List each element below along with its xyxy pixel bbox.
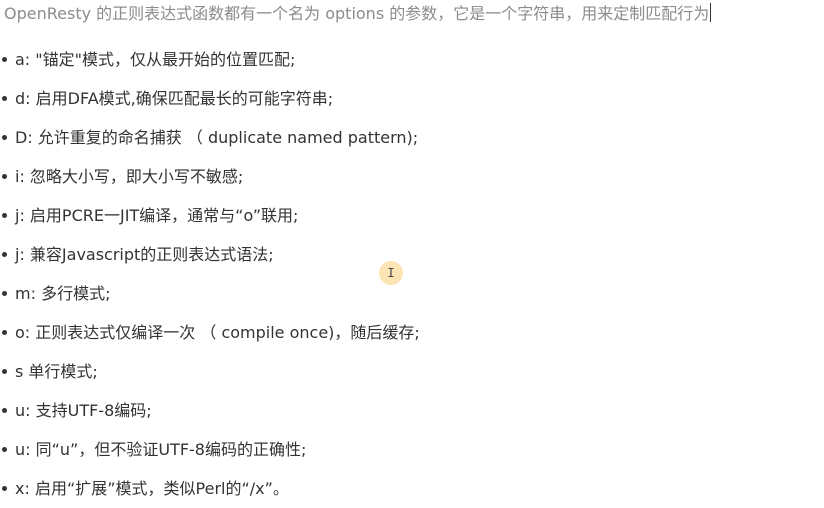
list-item: o: 正则表达式仅编译一次 （ compile once)，随后缓存; [0,313,824,352]
list-item: j: 兼容Javascript的正则表达式语法; [0,235,824,274]
list-item: a: "锚定"模式，仅从最开始的位置匹配; [0,40,824,79]
list-item: j: 启用PCRE一JIT编译，通常与“o”联用; [0,196,824,235]
list-item-text: m: 多行模式; [15,284,111,303]
bullet-icon [2,135,7,140]
bullet-icon [2,57,7,62]
bullet-icon [2,174,7,179]
list-item: D: 允许重复的命名捕获 （ duplicate named pattern); [0,118,824,157]
list-item: i: 忽略大小写，即大小写不敏感; [0,157,824,196]
list-item: s 单行模式; [0,352,824,391]
bullet-icon [2,96,7,101]
list-item-text: a: "锚定"模式，仅从最开始的位置匹配; [15,50,296,69]
list-item: u: 支持UTF-8编码; [0,391,824,430]
bullet-icon [2,447,7,452]
list-item-text: j: 启用PCRE一JIT编译，通常与“o”联用; [15,206,299,225]
bullet-icon [2,291,7,296]
bullet-icon [2,369,7,374]
document-page: OpenResty 的正则表达式函数都有一个名为 options 的参数，它是一… [0,0,824,501]
bullet-icon [2,213,7,218]
list-item-text: s 单行模式; [15,362,98,381]
bullet-icon [2,330,7,335]
bullet-icon [2,252,7,257]
list-item: x: 启用“扩展”模式，类似Perl的“/x”。 [0,469,824,508]
list-item: m: 多行模式; [0,274,824,313]
list-item-text: u: 支持UTF-8编码; [15,401,152,420]
list-item-text: o: 正则表达式仅编译一次 （ compile once)，随后缓存; [15,323,420,342]
bullet-icon [2,486,7,491]
bullet-icon [2,408,7,413]
list-item-text: i: 忽略大小写，即大小写不敏感; [15,167,244,186]
text-caret [710,3,712,22]
list-item-text: u: 同“u”，但不验证UTF-8编码的正确性; [15,440,307,459]
list-item-text: j: 兼容Javascript的正则表达式语法; [15,245,274,264]
list-item-text: d: 启用DFA模式,确保匹配最长的可能字符串; [15,89,334,108]
list-item-text: D: 允许重复的命名捕获 （ duplicate named pattern); [15,128,419,147]
list-item-text: x: 启用“扩展”模式，类似Perl的“/x”。 [15,479,289,498]
list-item: d: 启用DFA模式,确保匹配最长的可能字符串; [0,79,824,118]
heading-text: OpenResty 的正则表达式函数都有一个名为 options 的参数，它是一… [4,4,710,23]
text-cursor-icon: I [387,266,395,280]
heading-line[interactable]: OpenResty 的正则表达式函数都有一个名为 options 的参数，它是一… [4,2,824,26]
options-list: a: "锚定"模式，仅从最开始的位置匹配; d: 启用DFA模式,确保匹配最长的… [0,40,824,508]
list-item: u: 同“u”，但不验证UTF-8编码的正确性; [0,430,824,469]
